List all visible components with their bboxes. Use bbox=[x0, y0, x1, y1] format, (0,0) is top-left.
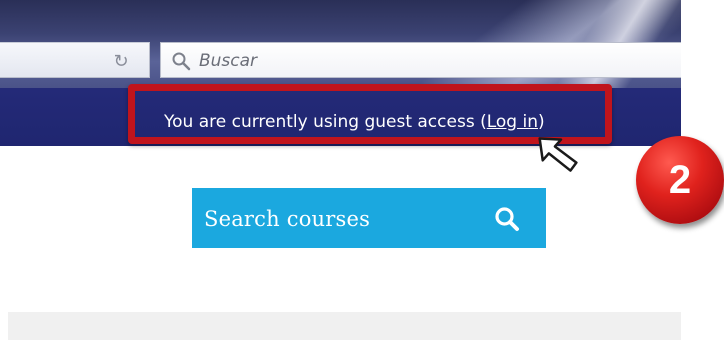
browser-search-box[interactable]: Buscar bbox=[160, 42, 681, 78]
cursor-arrow-icon bbox=[538, 137, 578, 172]
step-number-badge: 2 bbox=[636, 136, 724, 224]
search-placeholder: Buscar bbox=[199, 51, 258, 71]
browser-chrome: ↻ Buscar bbox=[0, 0, 681, 88]
reload-icon[interactable]: ↻ bbox=[110, 51, 132, 73]
magnifier-icon bbox=[172, 52, 191, 71]
content-panel bbox=[8, 312, 681, 340]
search-courses-button[interactable]: Search courses bbox=[192, 188, 546, 248]
search-icon bbox=[495, 207, 519, 231]
address-bar[interactable]: ↻ bbox=[0, 42, 150, 78]
search-courses-label: Search courses bbox=[204, 207, 371, 231]
